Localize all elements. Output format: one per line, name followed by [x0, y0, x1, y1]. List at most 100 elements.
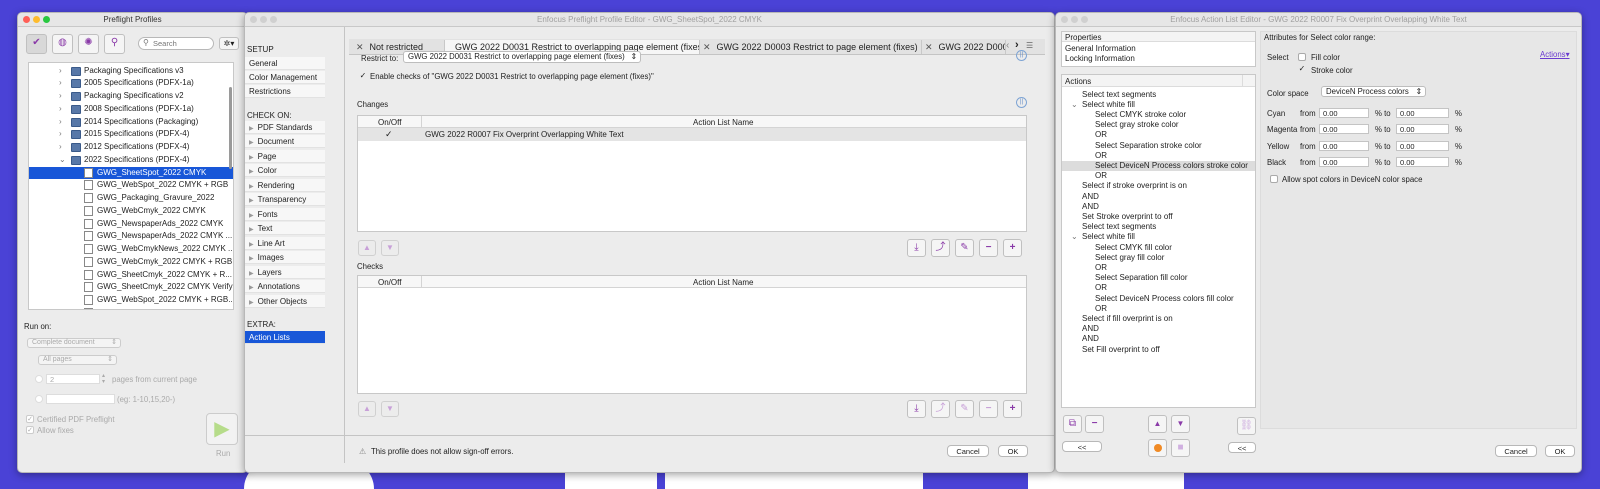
minimize-window-button[interactable]: [1071, 16, 1078, 23]
enable-checks-checkbox[interactable]: ✓: [359, 72, 367, 80]
search-field[interactable]: ⚲: [138, 37, 214, 50]
to-input[interactable]: 0.00: [1396, 124, 1449, 135]
nav-item[interactable]: ▶ Layers: [245, 265, 325, 279]
action-item[interactable]: OR: [1062, 304, 1255, 314]
chevron-right-icon[interactable]: ›: [59, 90, 62, 103]
tree-folder-item[interactable]: › Packaging Specifications v2: [29, 90, 233, 103]
tree-profile-item[interactable]: GWG_WebCmyk_2022 CMYK + RGB: [29, 256, 233, 269]
triangle-right-icon[interactable]: ▶: [249, 140, 254, 146]
triangle-right-icon[interactable]: ▶: [249, 285, 254, 291]
tree-profile-item[interactable]: GWG_WebCmykNews_2022 CMYK ...: [29, 243, 233, 256]
triangle-right-icon[interactable]: ▶: [249, 126, 254, 132]
to-input[interactable]: 0.00: [1396, 108, 1449, 118]
triangle-right-icon[interactable]: ▶: [249, 256, 254, 262]
triangle-right-icon[interactable]: ▶: [249, 300, 254, 306]
tree-folder-item[interactable]: ⌄ 2022 Specifications (PDFX-4): [29, 154, 233, 167]
minimize-window-button[interactable]: [260, 16, 267, 23]
from-input[interactable]: 0.00: [1319, 140, 1369, 151]
certified-checkbox[interactable]: ✓: [26, 415, 34, 423]
checkmark-tool-button[interactable]: ✔: [26, 34, 47, 54]
zoom-window-button[interactable]: [270, 16, 277, 23]
tree-folder-item[interactable]: › 2012 Specifications (PDFX-4): [29, 141, 233, 154]
settings-tool-button[interactable]: ✺: [78, 34, 99, 54]
move-down-button[interactable]: ▼: [1171, 415, 1190, 433]
action-item[interactable]: AND: [1062, 324, 1255, 334]
close-window-button[interactable]: [23, 16, 30, 23]
nav-item[interactable]: General: [245, 56, 325, 70]
edit-button[interactable]: ✎: [955, 400, 974, 418]
nav-item[interactable]: ▶ Fonts: [245, 207, 325, 221]
name-column-header[interactable]: Action List Name: [693, 278, 753, 287]
action-item[interactable]: Select if fill overprint is on: [1062, 314, 1255, 324]
action-item[interactable]: Select text segments: [1062, 90, 1255, 100]
tree-profile-item[interactable]: GWG_WebCmyk_2022 CMYK: [29, 205, 233, 218]
action-item[interactable]: Select CMYK stroke color: [1062, 110, 1255, 120]
triangle-right-icon[interactable]: ▶: [249, 198, 254, 204]
move-up-button[interactable]: ▲: [1148, 415, 1167, 433]
tab-d0003[interactable]: ✕ GWG 2022 D0003: [922, 40, 1006, 54]
tree-profile-item[interactable]: GWG_Packaging_Gravure_2022_Ve...: [29, 307, 233, 309]
close-tab-icon[interactable]: ✕: [703, 42, 711, 52]
action-item[interactable]: Select DeviceN Process colors stroke col…: [1062, 160, 1255, 172]
ok-button[interactable]: OK: [998, 445, 1028, 457]
collapse-left-button[interactable]: <<: [1062, 441, 1102, 452]
run-button[interactable]: ▶: [206, 413, 238, 445]
action-item[interactable]: OR: [1062, 171, 1255, 181]
triangle-right-icon[interactable]: ▶: [249, 169, 254, 175]
actions-menu-link[interactable]: Actions▾: [1540, 50, 1570, 59]
zoom-window-button[interactable]: [43, 16, 50, 23]
collapse-right-button[interactable]: <<: [1228, 442, 1256, 453]
tree-folder-item[interactable]: › 2005 Specifications (PDFX-1a): [29, 77, 233, 90]
pages-select[interactable]: All pages ⇕: [38, 355, 117, 365]
close-window-button[interactable]: [1061, 16, 1068, 23]
close-tab-icon[interactable]: ✕: [925, 42, 933, 52]
triangle-right-icon[interactable]: ▶: [249, 271, 254, 277]
tree-profile-item[interactable]: GWG_WebSpot_2022 CMYK + RGB...: [29, 294, 233, 307]
tree-profile-item[interactable]: GWG_NewspaperAds_2022 CMYK ...: [29, 230, 233, 243]
cancel-button[interactable]: Cancel: [1495, 445, 1537, 457]
restrict-to-select[interactable]: GWG 2022 D0031 Restrict to overlapping p…: [403, 51, 641, 63]
edit-button[interactable]: ✎: [955, 239, 974, 257]
triangle-right-icon[interactable]: ▶: [249, 242, 254, 248]
action-item[interactable]: AND: [1062, 192, 1255, 202]
globe-tool-button[interactable]: ◍: [52, 34, 73, 54]
link-action-button[interactable]: ⛓: [1237, 417, 1256, 435]
triangle-right-icon[interactable]: ▶: [249, 213, 254, 219]
cancel-button[interactable]: Cancel: [947, 445, 989, 457]
chevron-right-icon[interactable]: ›: [59, 141, 62, 154]
duplicate-action-button[interactable]: ⧉: [1063, 415, 1082, 433]
nav-item[interactable]: ▶ Page: [245, 149, 325, 163]
from-input[interactable]: 0.00: [1319, 124, 1369, 135]
action-item[interactable]: Set Stroke overprint to off: [1062, 212, 1255, 222]
add-button[interactable]: +: [1003, 400, 1022, 418]
from-input[interactable]: 0.00: [1319, 156, 1369, 167]
page-range-field[interactable]: [46, 394, 115, 404]
tree-profile-item[interactable]: GWG_SheetCmyk_2022 CMYK + R...: [29, 269, 233, 282]
nav-item[interactable]: ▶ Transparency: [245, 193, 325, 206]
nav-item[interactable]: Color Management: [245, 70, 325, 84]
nav-item[interactable]: ▶ Document: [245, 135, 325, 148]
allow-fixes-checkbox[interactable]: ✓: [26, 426, 34, 434]
gear-menu-button[interactable]: ✲▾: [219, 37, 239, 50]
chevron-right-icon[interactable]: ›: [59, 116, 62, 129]
tree-profile-item[interactable]: GWG_SheetSpot_2022 CMYK: [29, 166, 233, 180]
allow-spot-checkbox[interactable]: [1270, 175, 1278, 183]
onoff-column-header[interactable]: On/Off: [378, 278, 401, 287]
color-space-select[interactable]: DeviceN Process colors ⇕: [1321, 86, 1426, 97]
action-item[interactable]: Set Fill overprint to off: [1062, 345, 1255, 355]
nav-item[interactable]: ▶ Annotations: [245, 280, 325, 293]
fill-color-checkbox[interactable]: [1298, 53, 1306, 61]
info-icon[interactable]: ||: [1016, 97, 1027, 108]
tree-folder-item[interactable]: › 2008 Specifications (PDFX-1a): [29, 103, 233, 116]
remove-action-button[interactable]: −: [1085, 415, 1104, 433]
import-button[interactable]: ⤓: [907, 400, 926, 418]
stroke-color-checkbox[interactable]: ✓: [1298, 65, 1306, 73]
action-item[interactable]: Select text segments: [1062, 222, 1255, 232]
name-column-header[interactable]: Action List Name: [693, 118, 753, 127]
onoff-column-header[interactable]: On/Off: [378, 118, 401, 127]
nav-item[interactable]: ▶ Rendering: [245, 178, 325, 192]
tree-folder-item[interactable]: › 2015 Specifications (PDFX-4): [29, 128, 233, 141]
pages-stepper[interactable]: ▴ ▾: [102, 373, 105, 385]
table-row[interactable]: ✓ GWG 2022 R0007 Fix Overprint Overlappin…: [358, 128, 1026, 141]
chevron-down-icon[interactable]: ⌄: [59, 154, 66, 167]
